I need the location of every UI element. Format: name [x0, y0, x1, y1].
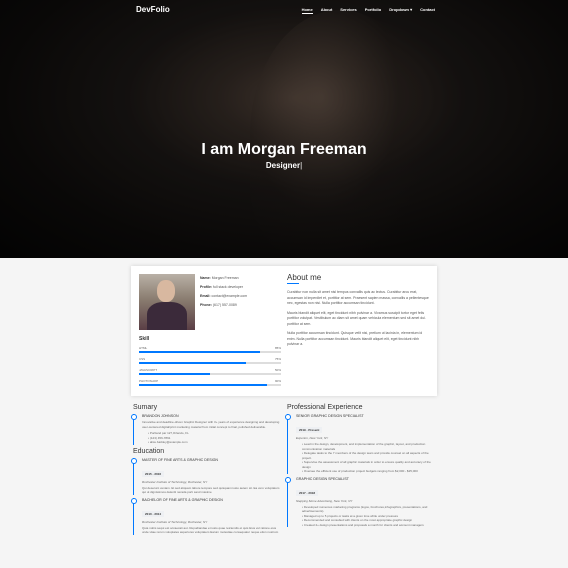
progress-track [139, 384, 281, 386]
about-paragraph: Mauris blandit aliquet elit, eget tincid… [287, 310, 426, 326]
experience-list: Developed numerous marketing programs (l… [296, 505, 435, 528]
brand-logo[interactable]: DevFolio [136, 5, 170, 14]
navbar: DevFolio Home About Services Portfolio D… [0, 0, 568, 22]
experience-bullet: Oversee the efficient use of production … [302, 469, 435, 474]
nav-item-services[interactable]: Services [340, 7, 356, 14]
skill-item: HTML 85% [139, 346, 281, 353]
skills-section: Skill HTML 85% CSS 75% JAVASCRIPT 50% PHOTO… [139, 336, 281, 386]
experience-company: Stepping Stone Advertising, New York, NY [296, 498, 353, 503]
skill-name: PHOTOSHOP [139, 379, 159, 383]
about-paragraph: Nulla porttitor accumsan tincidunt. Quis… [287, 331, 423, 346]
typing-cursor: | [300, 161, 303, 170]
hero-overlay [0, 0, 568, 258]
experience-date: 2017 - 2018 [296, 489, 319, 496]
skill-percent: 90% [274, 379, 281, 383]
skill-name: HTML [139, 346, 148, 350]
nav-menu: Home About Services Portfolio Dropdown ▾… [301, 7, 435, 14]
phone-label: Phone: [200, 303, 212, 307]
education-title: Education [133, 447, 165, 455]
nav-item-contact[interactable]: Contact [420, 7, 435, 14]
info-phone-row: Phone: (617) 557-0089 [200, 301, 247, 310]
nav-item-portfolio[interactable]: Portfolio [365, 7, 381, 14]
experience-entry: GRAPHIC DESIGN SPECIALIST 2017 - 2018 St… [285, 476, 435, 528]
profile-value: full stack developer [213, 285, 244, 289]
profile-label: Profile: [200, 285, 213, 289]
hero-subtitle: Designer| [0, 161, 568, 170]
about-heading: About me [287, 273, 322, 282]
skill-percent: 75% [274, 357, 281, 361]
profile-photo [139, 274, 195, 330]
experience-bullet: Supervise the assessment of all graphic … [302, 460, 435, 469]
name-label: Name: [200, 276, 211, 280]
summary-email: alice.barkley@example.com [148, 440, 281, 445]
experience-company: Experion, New York, NY [296, 436, 329, 440]
progress-track [139, 351, 281, 353]
progress-bar [139, 351, 260, 353]
name-value: Morgan Freeman [211, 276, 239, 280]
skill-item: CSS 75% [139, 357, 281, 364]
summary-text: Innovative and deadline-driven Graphic D… [142, 420, 280, 429]
skill-percent: 85% [274, 346, 281, 350]
heading-underline [287, 283, 299, 284]
progress-bar [139, 373, 210, 375]
experience-bullet: Delegate tasks to the 7 members of the d… [302, 451, 435, 460]
education-school: Rochester Institute of Technology, Roche… [142, 519, 208, 524]
education-date: 2015 - 2016 [142, 470, 165, 477]
info-profile-row: Profile: full stack developer [200, 283, 247, 292]
education-entry: BACHELOR OF FINE ARTS & GRAPHIC DESIGN 2… [131, 497, 281, 535]
experience-bullet: Developed numerous marketing programs (l… [302, 505, 435, 514]
education-degree: BACHELOR OF FINE ARTS & GRAPHIC DESIGN [142, 497, 223, 502]
skill-item: PHOTOSHOP 90% [139, 379, 281, 386]
experience-role: GRAPHIC DESIGN SPECIALIST [296, 476, 349, 481]
email-value: contact@example.com [211, 294, 248, 298]
hero-section: DevFolio Home About Services Portfolio D… [0, 0, 568, 258]
profile-info: Name: Morgan Freeman Profile: full stack… [200, 274, 247, 310]
summary-name: BRANDON JOHNSON [142, 414, 179, 418]
skills-title: Skill [139, 336, 150, 342]
experience-role: SENIOR GRAPHIC DESIGN SPECIALIST [296, 414, 364, 418]
phone-value: (617) 557-0089 [212, 303, 237, 307]
progress-track [139, 362, 281, 364]
skill-percent: 50% [274, 368, 281, 372]
summary-list: Portland par 127,Orlando, FL (123) 456-7… [142, 431, 281, 445]
education-degree: MASTER OF FINE ARTS & GRAPHIC DESIGN [142, 457, 219, 462]
about-paragraph: Curabitur non nulla sit amet nisl tempus… [287, 290, 429, 305]
progress-bar [139, 362, 246, 364]
about-text: Curabitur non nulla sit amet nisl tempus… [287, 290, 431, 352]
skill-item: JAVASCRIPT 50% [139, 368, 281, 375]
progress-bar [139, 384, 267, 386]
photo-body [147, 302, 187, 330]
nav-item-about[interactable]: About [321, 7, 333, 14]
info-name-row: Name: Morgan Freeman [200, 274, 247, 283]
progress-track [139, 373, 281, 375]
experience-bullet: Created 4+ design presentations and prop… [302, 523, 435, 528]
education-date: 2010 - 2014 [142, 510, 165, 517]
info-email-row: Email: contact@example.com [200, 292, 247, 301]
photo-head [157, 280, 175, 302]
education-entry: MASTER OF FINE ARTS & GRAPHIC DESIGN 201… [131, 457, 281, 495]
resume-left-column: Sumary BRANDON JOHNSON Innovative and de… [131, 404, 281, 538]
nav-item-dropdown[interactable]: Dropdown ▾ [389, 7, 412, 14]
hero-typed-text: Designer [265, 161, 301, 170]
hero-title: I am Morgan Freeman [201, 141, 367, 158]
about-card: Name: Morgan Freeman Profile: full stack… [131, 266, 437, 396]
experience-entry: SENIOR GRAPHIC DESIGN SPECIALIST 2019 - … [285, 414, 435, 474]
education-school: Rochester Institute of Technology, Roche… [142, 479, 208, 484]
skill-name: JAVASCRIPT [139, 368, 158, 372]
experience-title: Professional Experience [287, 404, 363, 411]
email-label: Email: [200, 294, 211, 298]
education-text: Quia nobis sequi est occaecati aut. Repu… [142, 525, 279, 535]
skill-name: CSS [139, 357, 146, 361]
summary-title: Sumary [133, 404, 158, 411]
experience-bullet: Lead in the design, development, and imp… [302, 442, 435, 451]
education-text: Qui deserunt veniam. Et sed aliquam labo… [142, 485, 280, 495]
resume-right-column: Professional Experience SENIOR GRAPHIC D… [285, 404, 435, 530]
summary-entry: BRANDON JOHNSON Innovative and deadline-… [131, 414, 281, 445]
experience-list: Lead in the design, development, and imp… [296, 442, 435, 474]
nav-item-home[interactable]: Home [301, 7, 313, 14]
experience-date: 2019 - Present [296, 427, 323, 433]
